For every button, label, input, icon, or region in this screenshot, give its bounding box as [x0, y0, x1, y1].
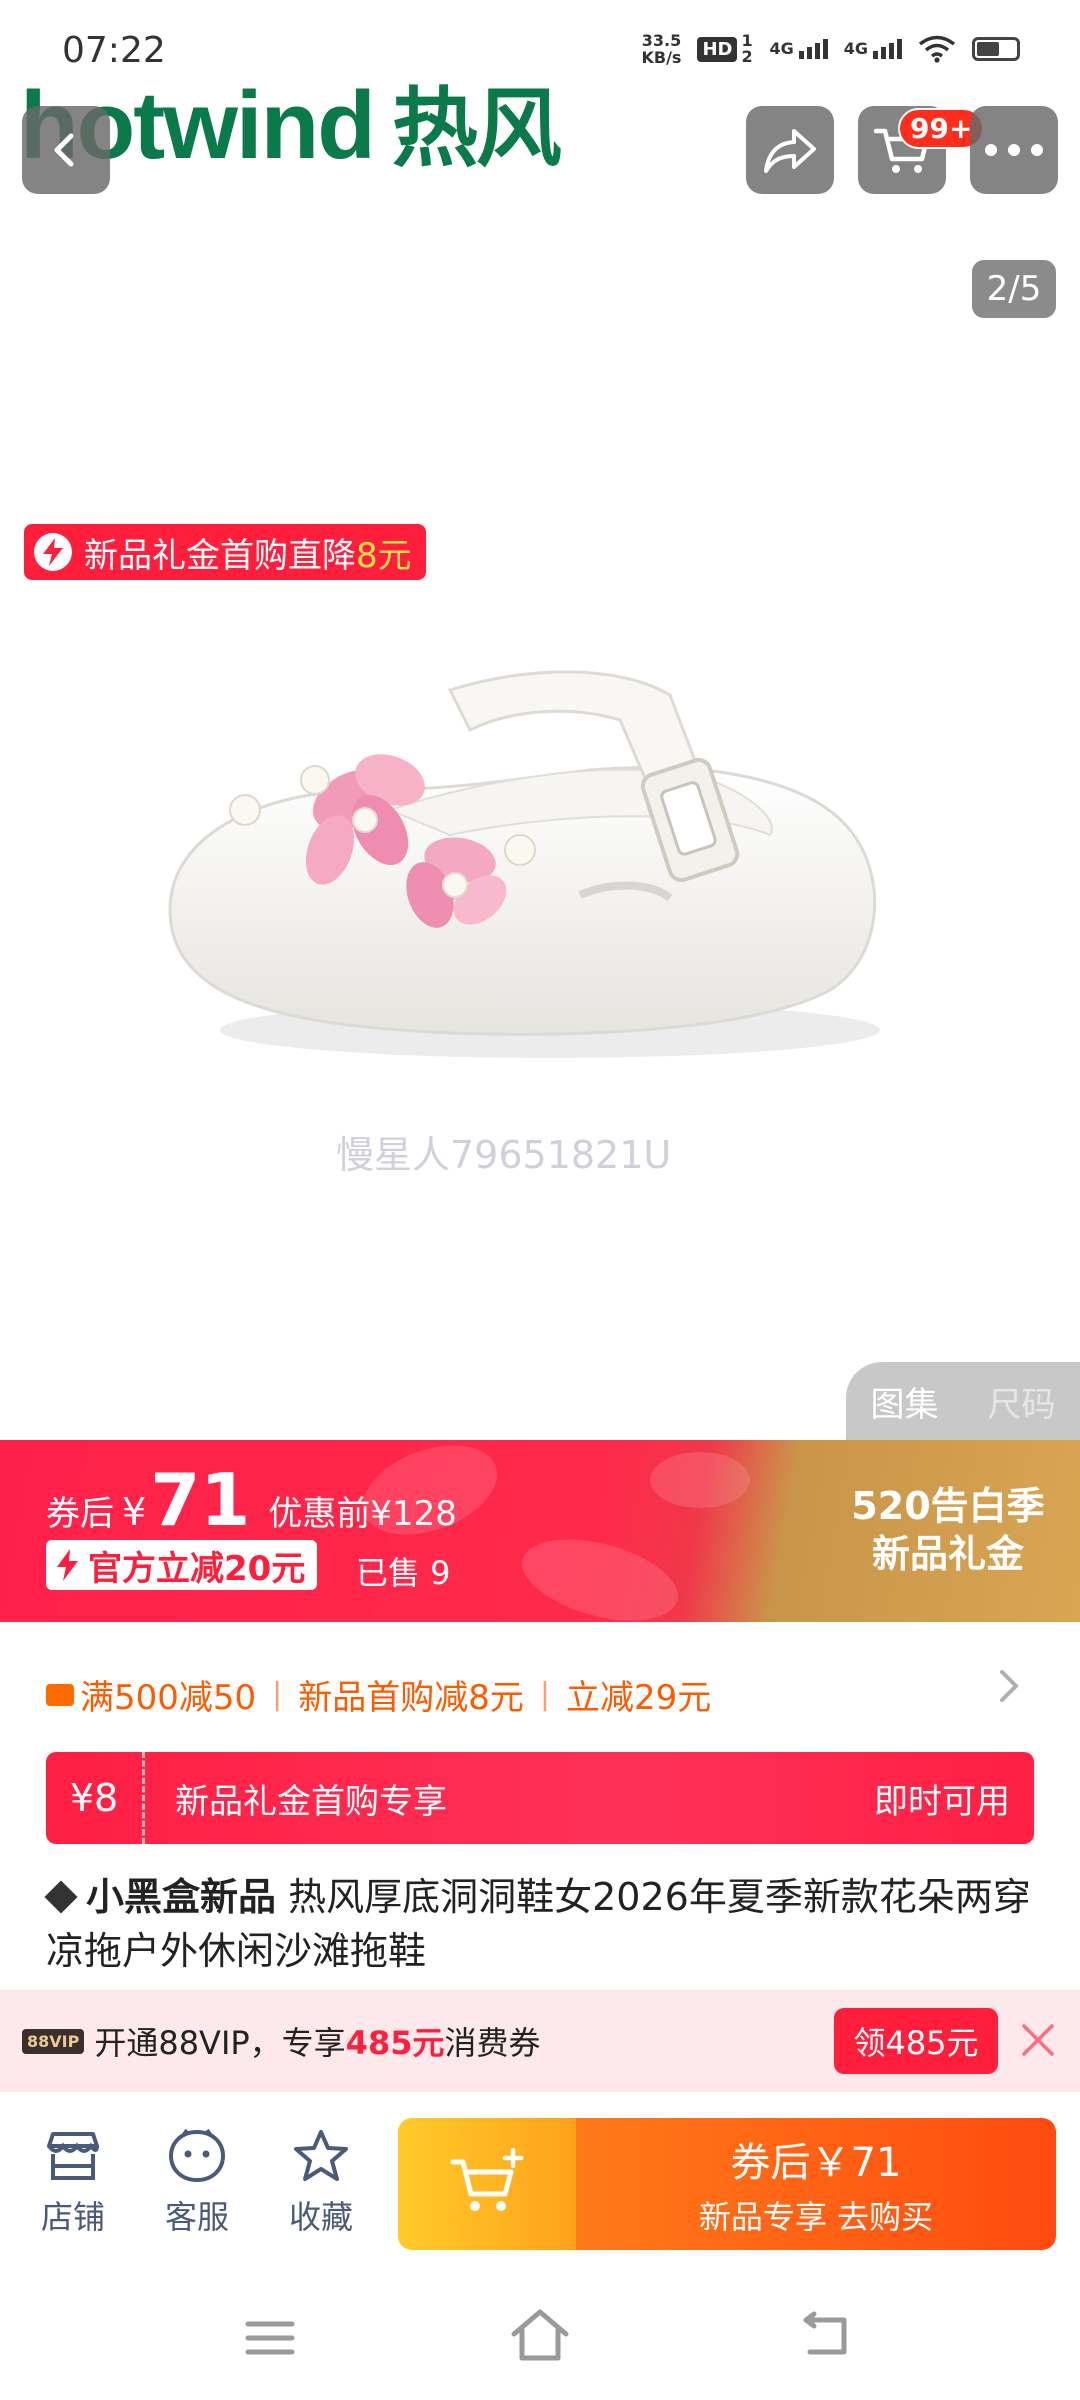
shop-label: 店铺 — [40, 2198, 105, 2236]
promo-tag-text: 新品礼金首购直降 — [84, 535, 356, 576]
coupon-row[interactable]: 满500减50 | 新品首购减8元 | 立减29元 — [46, 1670, 711, 1719]
favorite-button[interactable]: 收藏 — [276, 2128, 366, 2238]
campaign-line2: 新品礼金 — [871, 1532, 1024, 1576]
price-currency: ¥ — [122, 1490, 147, 1534]
image-counter: 2/5 — [972, 260, 1056, 318]
buy-now-button[interactable]: 券后￥71 新品专享 去购买 — [576, 2118, 1056, 2250]
add-to-cart-button[interactable] — [398, 2118, 576, 2250]
customer-service-icon — [168, 2128, 226, 2183]
box-icon — [44, 1880, 78, 1914]
campaign-badge[interactable]: 520告白季 新品礼金 — [838, 1482, 1058, 1578]
service-button[interactable]: 客服 — [152, 2128, 242, 2238]
close-icon[interactable] — [1020, 2022, 1056, 2058]
buy-action-label: 新品专享 去购买 — [698, 2198, 934, 2236]
net-speed-value: 33.5 — [641, 31, 682, 50]
ticket-icon — [46, 1683, 74, 1706]
coupon-item: 新品首购减8元 — [298, 1678, 524, 1718]
status-time: 07:22 — [62, 30, 166, 71]
share-button[interactable] — [746, 106, 834, 194]
new-gift-voucher[interactable]: ¥8 新品礼金首购专享 即时可用 — [46, 1752, 1034, 1844]
price-row: 券后 ¥ 71 优惠前¥128 — [46, 1458, 457, 1542]
watermark-text: 慢星人79651821U — [336, 1133, 672, 1177]
shop-icon — [47, 2132, 99, 2180]
claim-vip-coupon-button[interactable]: 领485元 — [834, 2008, 998, 2074]
battery-icon — [972, 37, 1020, 61]
status-icons: 33.5 KB/s HD 1 2 4G 4G — [641, 32, 1020, 66]
lightning-icon — [34, 533, 72, 571]
separator: | — [272, 1677, 283, 1712]
service-label: 客服 — [164, 2198, 229, 2236]
gallery-tabs: 图集 尺码 — [846, 1362, 1080, 1440]
back-button[interactable] — [22, 106, 110, 194]
lightning-icon — [57, 1549, 78, 1581]
coupon-item: 立减29元 — [566, 1678, 712, 1718]
favorite-label: 收藏 — [288, 2198, 353, 2236]
more-dots-icon — [985, 144, 1043, 156]
share-icon — [764, 129, 816, 173]
hd-icon: HD — [697, 36, 738, 62]
net-speed: 33.5 KB/s — [641, 32, 681, 66]
vip-logo: 88VIP — [22, 2028, 85, 2054]
signal-label: 4G — [769, 39, 794, 58]
new-gift-promo-tag: 新品礼金首购直降8元 — [24, 524, 426, 580]
signal-label: 4G — [843, 39, 868, 58]
voucher-use-button[interactable]: 即时可用 — [874, 1774, 1010, 1823]
voucher-amount: ¥8 — [46, 1752, 145, 1844]
back-nav-icon[interactable] — [800, 2310, 852, 2358]
brand-logo-cn: 热风 — [391, 81, 562, 177]
official-cut-chip: 官方立减20元 — [46, 1540, 318, 1590]
buy-button-group: 券后￥71 新品专享 去购买 — [398, 2118, 1056, 2250]
home-icon[interactable] — [510, 2308, 570, 2362]
price-prefix: 券后 — [46, 1494, 114, 1534]
vip-amount: 485元 — [345, 2024, 445, 2062]
price-value: 71 — [150, 1458, 251, 1542]
sold-count: 已售 9 — [356, 1554, 451, 1592]
back-arrow-icon — [54, 133, 74, 167]
product-image[interactable] — [150, 660, 940, 1080]
vip-text-prefix: 开通88VIP，专享 — [94, 2024, 346, 2062]
hd-index: 1 2 — [741, 31, 753, 66]
chevron-right-icon[interactable] — [994, 1666, 1024, 1706]
product-tag: 小黑盒新品 — [86, 1875, 277, 1919]
original-price: 优惠前¥128 — [268, 1494, 457, 1534]
promo-tag-amount: 8元 — [356, 535, 412, 576]
official-cut-text: 官方立减20元 — [88, 1548, 306, 1589]
buy-price-label: 券后￥71 — [730, 2140, 902, 2186]
net-speed-unit: KB/s — [641, 48, 682, 67]
tab-gallery[interactable]: 图集 — [871, 1377, 939, 1426]
star-icon — [294, 2130, 348, 2181]
signal-icon: 4G — [844, 39, 902, 59]
more-button[interactable] — [970, 106, 1058, 194]
tab-size[interactable]: 尺码 — [988, 1377, 1056, 1426]
wifi-icon — [918, 35, 956, 63]
vip-text-suffix: 消费券 — [444, 2024, 541, 2062]
shop-button[interactable]: 店铺 — [28, 2128, 118, 2238]
product-title: 小黑盒新品 热风厚底洞洞鞋女2026年夏季新款花朵两穿凉拖户外休闲沙滩拖鞋 — [44, 1870, 1036, 1978]
coupon-item: 满500减50 — [80, 1678, 257, 1718]
add-cart-icon — [450, 2148, 524, 2211]
separator: | — [539, 1677, 551, 1712]
campaign-line1: 520告白季 — [851, 1484, 1045, 1528]
menu-icon[interactable] — [244, 2318, 296, 2358]
vip-text: 开通88VIP，专享485元消费券 — [94, 2018, 540, 2064]
signal-icon: 4G — [769, 39, 828, 59]
voucher-desc: 新品礼金首购专享 — [175, 1781, 447, 1822]
